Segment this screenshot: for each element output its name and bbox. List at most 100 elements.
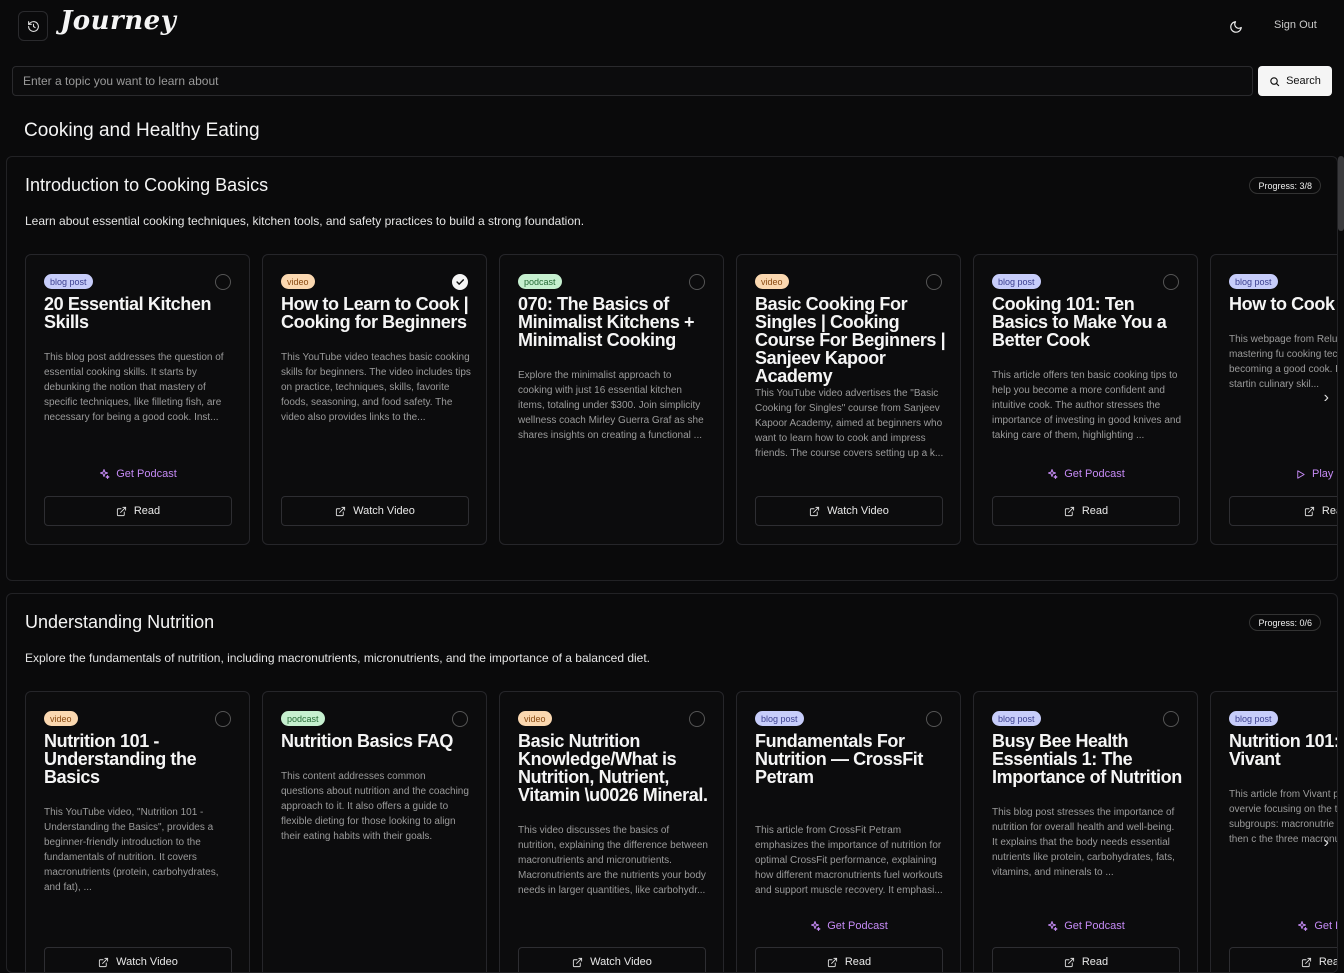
open-resource-button[interactable]: Read bbox=[755, 947, 943, 972]
sparkles-icon bbox=[1048, 469, 1058, 479]
action-label: Rea bbox=[1321, 505, 1337, 517]
resource-card[interactable]: blog post How to Cook This webpage from Re… bbox=[1210, 254, 1337, 545]
completion-checkbox[interactable] bbox=[689, 274, 705, 290]
get-podcast-button[interactable]: Get Podcast bbox=[974, 468, 1197, 480]
card-description: This article offers ten basic cooking ti… bbox=[992, 370, 1182, 441]
open-resource-button[interactable]: Read bbox=[992, 496, 1180, 526]
open-resource-button[interactable]: Rea bbox=[1229, 496, 1337, 526]
open-resource-button[interactable]: Watch Video bbox=[281, 496, 469, 526]
carousel-next-icon[interactable]: › bbox=[1324, 834, 1329, 852]
module-section: Introduction to Cooking Basics Progress:… bbox=[6, 156, 1338, 581]
podcast-label: Get Podcast bbox=[1064, 468, 1125, 480]
podcast-label: Get Podcast bbox=[116, 468, 177, 480]
completion-checkbox[interactable] bbox=[926, 711, 942, 727]
resource-card[interactable]: video Basic Cooking For Singles | Cooking… bbox=[736, 254, 961, 545]
external-link-icon bbox=[1064, 506, 1074, 516]
action-label: Read bbox=[844, 956, 872, 968]
card-title[interactable]: How to Learn to Cook | Cooking for Begin… bbox=[281, 295, 476, 331]
completion-checkbox[interactable] bbox=[1163, 274, 1179, 290]
open-resource-button[interactable]: Read bbox=[1229, 947, 1337, 972]
page-scrollbar[interactable] bbox=[1338, 156, 1344, 231]
resource-type-badge: blog post bbox=[992, 711, 1041, 726]
section-description: Learn about essential cooking techniques… bbox=[25, 214, 585, 228]
card-title[interactable]: How to Cook bbox=[1229, 295, 1337, 313]
podcast-label: Get Podcast bbox=[827, 920, 888, 932]
resource-card[interactable]: podcast 070: The Basics of Minimalist Kit… bbox=[499, 254, 724, 545]
completion-checkbox[interactable] bbox=[1163, 711, 1179, 727]
open-resource-button[interactable]: Watch Video bbox=[518, 947, 706, 972]
card-description: This blog post stresses the importance o… bbox=[992, 807, 1175, 878]
card-title[interactable]: Basic Cooking For Singles | Cooking Cour… bbox=[755, 295, 950, 385]
completion-checkbox[interactable] bbox=[452, 274, 468, 290]
external-link-icon bbox=[336, 506, 346, 516]
external-link-icon bbox=[116, 506, 126, 516]
topic-search-input[interactable] bbox=[12, 66, 1253, 96]
card-title[interactable]: Fundamentals For Nutrition — CrossFit Pe… bbox=[755, 732, 950, 786]
card-title[interactable]: 070: The Basics of Minimalist Kitchens +… bbox=[518, 295, 713, 349]
resource-type-badge: blog post bbox=[44, 274, 93, 289]
resource-type-badge: video bbox=[755, 274, 789, 289]
carousel-next-icon[interactable]: › bbox=[1324, 389, 1329, 407]
action-label: Read bbox=[1081, 505, 1109, 517]
resource-type-badge: video bbox=[281, 274, 315, 289]
card-description: This article from CrossFit Petram emphas… bbox=[755, 825, 943, 896]
external-link-icon bbox=[1304, 506, 1314, 516]
action-label: Watch Video bbox=[827, 505, 889, 517]
resource-card[interactable]: blog post Fundamentals For Nutrition — Cr… bbox=[736, 691, 961, 972]
card-description: Explore the minimalist approach to cooki… bbox=[518, 370, 704, 441]
resource-type-badge: blog post bbox=[992, 274, 1041, 289]
resource-type-badge: video bbox=[44, 711, 78, 726]
action-label: Read bbox=[133, 505, 161, 517]
external-link-icon bbox=[1301, 957, 1311, 967]
resource-card[interactable]: blog post Cooking 101: Ten Basics to Make… bbox=[973, 254, 1198, 545]
search-button[interactable]: Search bbox=[1258, 66, 1332, 96]
card-title[interactable]: Nutrition 101 - Understanding the Basics bbox=[44, 732, 239, 786]
sign-out-button[interactable]: Sign Out bbox=[1274, 19, 1317, 31]
completion-checkbox[interactable] bbox=[926, 274, 942, 290]
card-description: This blog post addresses the question of… bbox=[44, 352, 224, 423]
open-resource-button[interactable]: Read bbox=[44, 496, 232, 526]
resource-card[interactable]: podcast Nutrition Basics FAQ This content … bbox=[262, 691, 487, 972]
card-description: This YouTube video teaches basic cooking… bbox=[281, 352, 471, 423]
completion-checkbox[interactable] bbox=[689, 711, 705, 727]
resource-card[interactable]: blog post 20 Essential Kitchen Skills This… bbox=[25, 254, 250, 545]
completion-checkbox[interactable] bbox=[215, 711, 231, 727]
completion-checkbox[interactable] bbox=[452, 711, 468, 727]
card-carousel: video Nutrition 101 - Understanding the B… bbox=[25, 691, 1337, 972]
resource-card[interactable]: blog post Busy Bee Health Essentials 1: T… bbox=[973, 691, 1198, 972]
section-title: Understanding Nutrition bbox=[25, 612, 215, 632]
get-podcast-button[interactable]: Get Podcast bbox=[26, 468, 249, 480]
resource-card[interactable]: video Basic Nutrition Knowledge/What is N… bbox=[499, 691, 724, 972]
history-button[interactable] bbox=[18, 11, 48, 41]
action-label: Read bbox=[1081, 956, 1109, 968]
moon-icon bbox=[1230, 21, 1242, 33]
play-icon bbox=[1297, 469, 1305, 479]
card-title[interactable]: Nutrition 101: Basics - Vivant bbox=[1229, 732, 1337, 768]
get-podcast-button[interactable]: Play Po bbox=[1211, 468, 1337, 480]
get-podcast-button[interactable]: Get Podcast bbox=[974, 920, 1197, 932]
card-title[interactable]: Basic Nutrition Knowledge/What is Nutrit… bbox=[518, 732, 713, 804]
theme-toggle-button[interactable] bbox=[1225, 16, 1247, 38]
page-title: Cooking and Healthy Eating bbox=[24, 120, 260, 141]
get-podcast-button[interactable]: Get Po bbox=[1211, 920, 1337, 932]
external-link-icon bbox=[573, 957, 583, 967]
completion-checkbox[interactable] bbox=[215, 274, 231, 290]
card-title[interactable]: Nutrition Basics FAQ bbox=[281, 732, 476, 750]
get-podcast-button[interactable]: Get Podcast bbox=[737, 920, 960, 932]
external-link-icon bbox=[1064, 957, 1074, 967]
resource-card[interactable]: blog post Nutrition 101: Basics - Vivant T… bbox=[1210, 691, 1337, 972]
resource-card[interactable]: video Nutrition 101 - Understanding the B… bbox=[25, 691, 250, 972]
podcast-label: Get Podcast bbox=[1064, 920, 1125, 932]
card-title[interactable]: Cooking 101: Ten Basics to Make You a Be… bbox=[992, 295, 1187, 349]
open-resource-button[interactable]: Read bbox=[992, 947, 1180, 972]
app-logo[interactable]: Journey bbox=[60, 6, 176, 36]
action-label: Watch Video bbox=[590, 956, 652, 968]
open-resource-button[interactable]: Watch Video bbox=[755, 496, 943, 526]
card-title[interactable]: Busy Bee Health Essentials 1: The Import… bbox=[992, 732, 1187, 786]
resource-card[interactable]: video How to Learn to Cook | Cooking for … bbox=[262, 254, 487, 545]
app-header: Journey Sign Out bbox=[0, 0, 1344, 56]
open-resource-button[interactable]: Watch Video bbox=[44, 947, 232, 972]
podcast-label: Play Po bbox=[1312, 468, 1337, 480]
action-label: Watch Video bbox=[353, 505, 415, 517]
card-title[interactable]: 20 Essential Kitchen Skills bbox=[44, 295, 239, 331]
